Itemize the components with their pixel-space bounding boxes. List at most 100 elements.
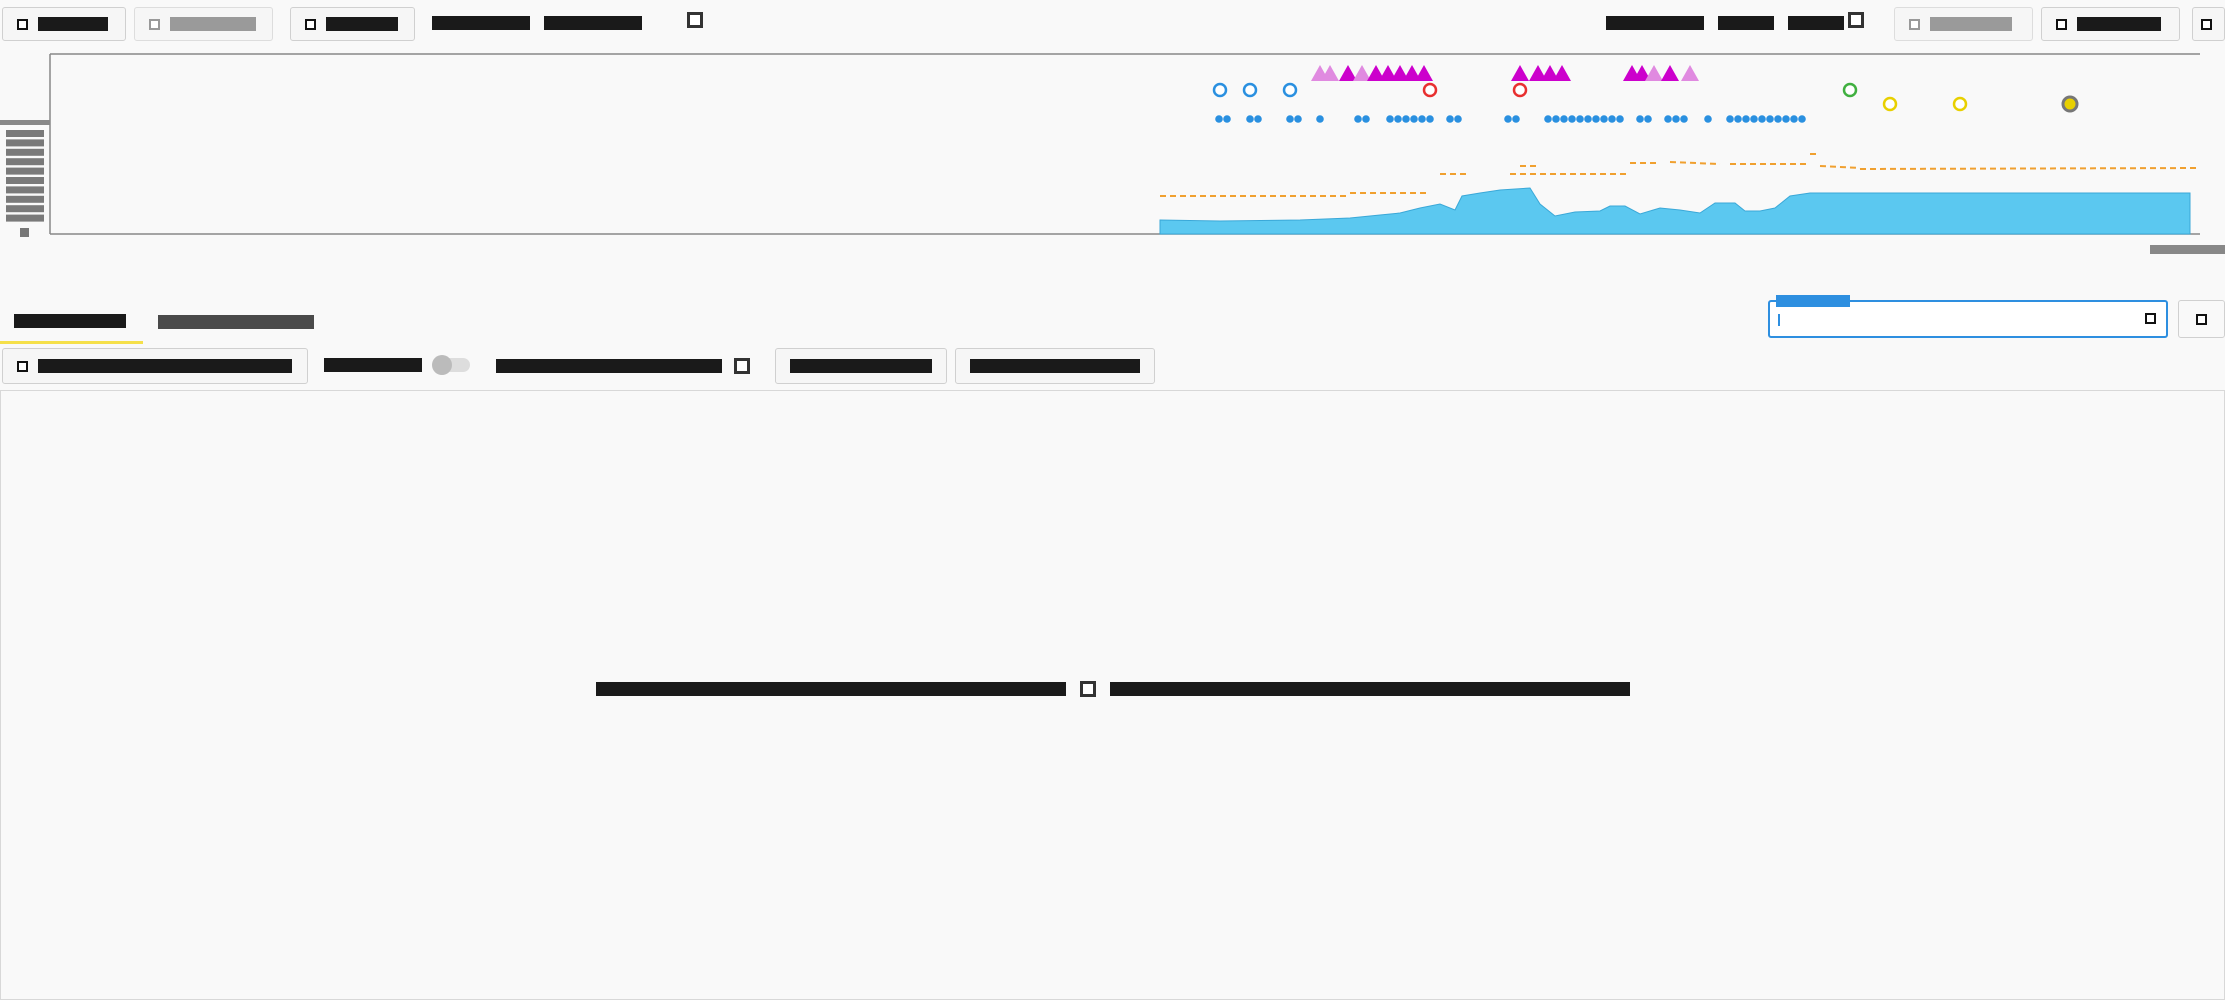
search-caret: [1778, 314, 1780, 326]
status-ring: [1212, 82, 1228, 98]
status-ring: [1882, 96, 1898, 112]
checkbox-icon: [17, 360, 28, 372]
toolbar-button-2[interactable]: [134, 7, 273, 41]
y-tick-label: [6, 205, 44, 213]
axis-handle[interactable]: [20, 228, 29, 237]
event-dot: [1316, 115, 1324, 123]
event-dot: [1426, 115, 1434, 123]
event-dot: [1402, 115, 1410, 123]
event-dot: [1568, 115, 1576, 123]
event-dot: [1636, 115, 1644, 123]
checkbox-icon: [2056, 18, 2067, 30]
status-ring: [1242, 82, 1258, 98]
checkbox-icon: [149, 18, 160, 30]
toggle-switch[interactable]: [432, 355, 470, 375]
toolbar-text-1[interactable]: [432, 16, 530, 30]
toolbar-right-square-icon[interactable]: [1848, 12, 1864, 28]
tab-1[interactable]: [0, 300, 143, 344]
alert-triangle: [1681, 65, 1699, 81]
alert-triangle: [1511, 65, 1529, 81]
event-dot: [1394, 115, 1402, 123]
event-dot: [1552, 115, 1560, 123]
timeline-chart[interactable]: [0, 48, 2225, 258]
y-axis-labels: [0, 120, 50, 222]
status-ring: [1422, 82, 1438, 98]
event-dot: [1600, 115, 1608, 123]
search-input[interactable]: [1768, 295, 2168, 338]
y-tick-label: [6, 148, 44, 156]
event-dot: [1608, 115, 1616, 123]
status-ring: [1952, 96, 1968, 112]
toolbar-button-1[interactable]: [2, 7, 126, 41]
event-dot: [1254, 115, 1262, 123]
threshold-dashed-line: [1160, 153, 2201, 197]
timeline-panel: [0, 48, 2225, 258]
event-dot: [1616, 115, 1624, 123]
event-dot: [1386, 115, 1394, 123]
event-dot: [1592, 115, 1600, 123]
alert-triangle: [1339, 65, 1357, 81]
event-dot: [1680, 115, 1688, 123]
search-clear-icon[interactable]: [2145, 313, 2156, 324]
search-options-button[interactable]: [2178, 300, 2225, 338]
y-tick-label: [6, 139, 44, 147]
event-dot: [1362, 115, 1370, 123]
toolbar-right-text-1[interactable]: [1606, 16, 1704, 30]
alert-triangle: [1553, 65, 1571, 81]
event-dot: [1246, 115, 1254, 123]
event-dot: [1286, 115, 1294, 123]
alert-triangle: [1353, 65, 1371, 81]
timeline-scrollbar[interactable]: [2150, 245, 2225, 254]
event-dot: [1672, 115, 1680, 123]
dashed-segment: [1859, 167, 2201, 170]
subtoolbar-button-a[interactable]: [775, 348, 947, 384]
toolbar-button-2-label: [170, 17, 256, 31]
toolbar-button-3-label: [326, 17, 398, 31]
toolbar-button-1-label: [38, 17, 108, 31]
search-label: [1776, 295, 1850, 307]
y-tick-label: [6, 195, 44, 203]
event-dot: [1446, 115, 1454, 123]
tab-2[interactable]: [158, 300, 318, 344]
event-dot: [1734, 115, 1742, 123]
empty-state-text-2: [1109, 682, 1630, 696]
toolbar-overflow-button[interactable]: [2192, 7, 2225, 41]
event-dot: [1774, 115, 1782, 123]
toolbar-button-3[interactable]: [290, 7, 415, 41]
toolbar-right-text-2[interactable]: [1718, 16, 1774, 30]
results-panel: [0, 390, 2225, 1000]
event-dot: [1512, 115, 1520, 123]
event-dot: [1410, 115, 1418, 123]
checkbox-icon: [1909, 18, 1920, 30]
subtoolbar-button-b[interactable]: [955, 348, 1155, 384]
event-dot: [1782, 115, 1790, 123]
activity-area: [1159, 187, 2191, 235]
toggle-group[interactable]: [324, 355, 470, 375]
event-dot: [1704, 115, 1712, 123]
toolbar-square-icon[interactable]: [687, 12, 703, 28]
status-ring: [1282, 82, 1298, 98]
y-tick-label: [6, 177, 44, 184]
top-toolbar: [0, 0, 2225, 48]
toolbar-right-text-3[interactable]: [1788, 16, 1844, 30]
subtoolbar-text-group[interactable]: [496, 358, 750, 374]
dashed-segment: [1819, 165, 1861, 169]
y-tick-label: [6, 158, 44, 166]
toolbar-text-2[interactable]: [544, 16, 642, 30]
event-dot: [1766, 115, 1774, 123]
event-dot: [1664, 115, 1672, 123]
y-axis-bar: [0, 120, 50, 125]
square-icon[interactable]: [734, 358, 750, 374]
checkbox-icon: [2196, 313, 2207, 325]
status-rings: [1212, 82, 2079, 113]
event-dots: [1215, 115, 1806, 123]
y-tick-label: [6, 214, 44, 222]
toolbar-right-button-2[interactable]: [2041, 7, 2180, 41]
filter-button[interactable]: [2, 348, 308, 384]
toolbar-right-button-1[interactable]: [1894, 7, 2033, 41]
event-dot: [1644, 115, 1652, 123]
dashed-segment: [1669, 161, 1721, 165]
y-tick-label: [6, 130, 44, 137]
event-dot: [1726, 115, 1734, 123]
event-dot: [1223, 115, 1231, 123]
